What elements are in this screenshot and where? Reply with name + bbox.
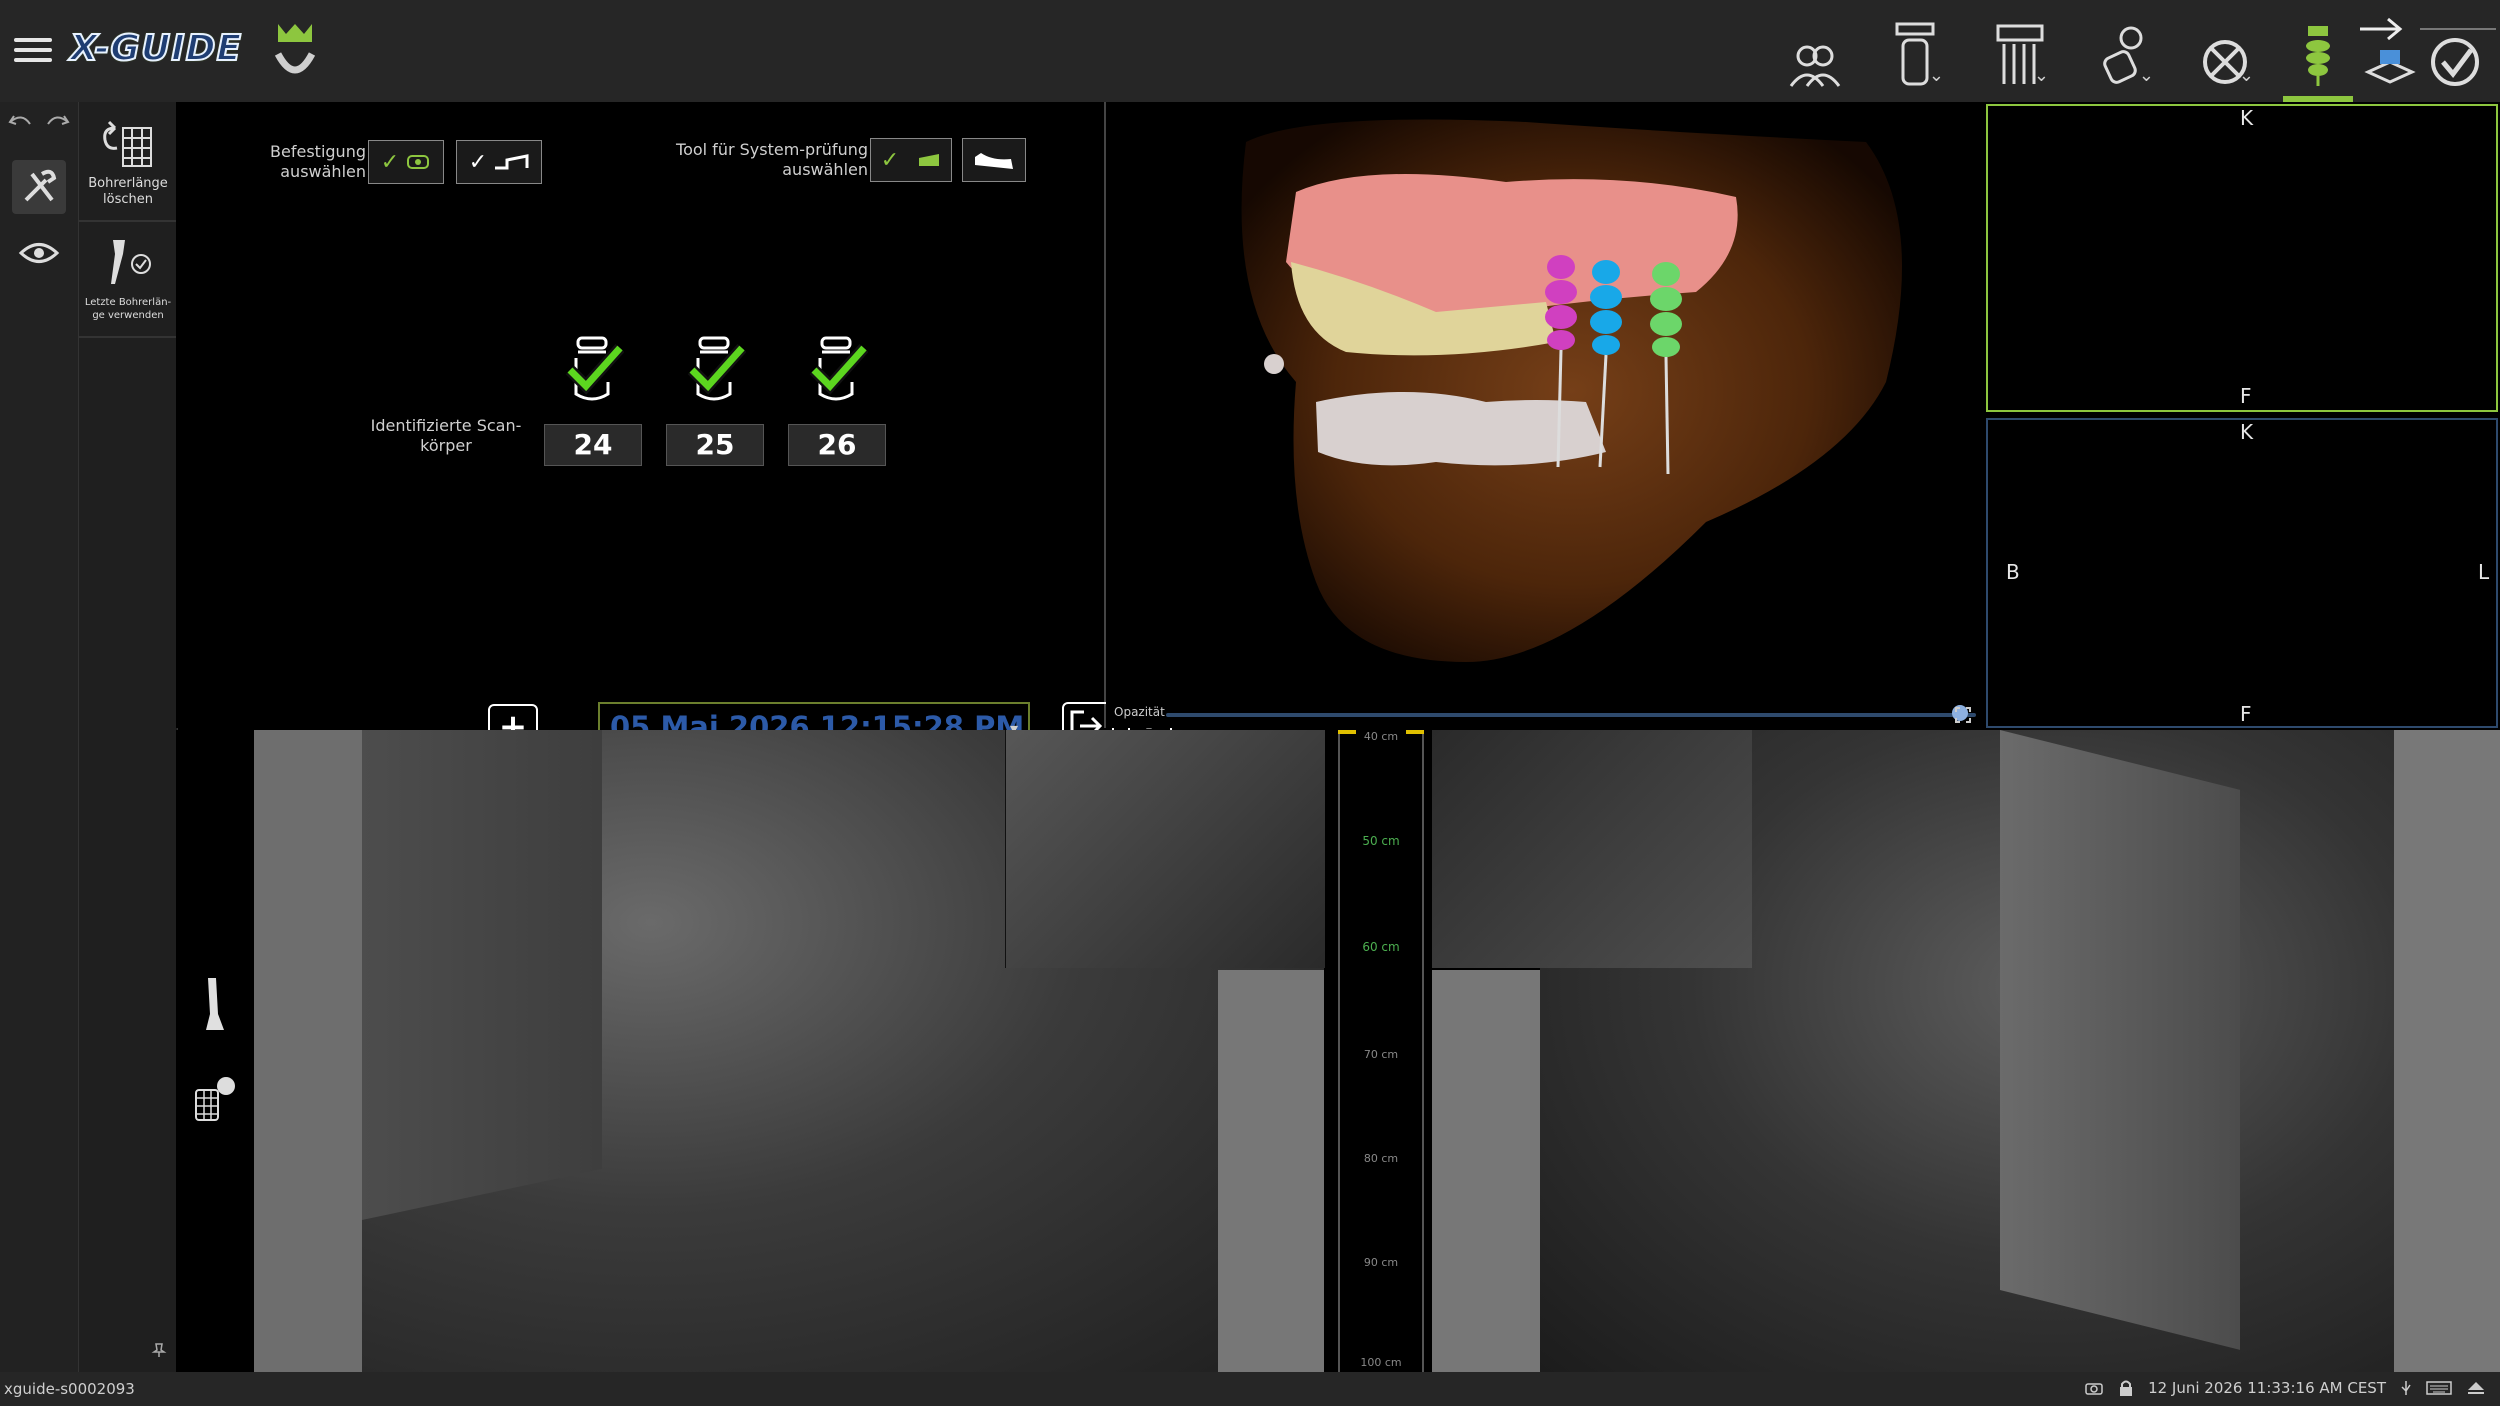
chevron-down-icon[interactable]: ⌄: [2034, 65, 2049, 86]
reset-grid-icon: [103, 120, 152, 167]
ruler-tick: 50 cm: [1362, 834, 1400, 848]
clear-drill-length-label: Bohrerlänge löschen: [88, 176, 168, 207]
orientation-label: K: [2240, 420, 2254, 444]
app-logo: X-GUIDE: [69, 27, 243, 70]
tool-rail: Bohrerlänge löschen Letzte Bohrerlän-ge …: [78, 102, 178, 1372]
status-datetime: 12 Juni 2026 11:33:16 AM CEST: [2148, 1379, 2386, 1397]
slice-view-bottom[interactable]: K B L F: [1986, 418, 2498, 728]
camera-image-door: [362, 730, 602, 1220]
clear-drill-length-button[interactable]: Bohrerlänge löschen: [79, 112, 177, 212]
calibration-cancel-icon[interactable]: ⌄: [2190, 18, 2260, 90]
implant-active-icon[interactable]: [2283, 18, 2353, 90]
scan-body-number[interactable]: 25: [666, 424, 764, 466]
chevron-down-icon[interactable]: ⌄: [1929, 65, 1944, 86]
clamp-icon: [407, 155, 430, 169]
status-right-group: 12 Juni 2026 11:33:16 AM CEST: [2084, 1379, 2486, 1397]
scan-body-icon[interactable]: ⌄: [1880, 18, 1950, 90]
scan-body-number[interactable]: 24: [544, 424, 642, 466]
opacity-label: Opazität: [1114, 705, 1165, 719]
camera-right-border: [2394, 730, 2500, 1372]
host-name: xguide-s0002093: [4, 1380, 135, 1398]
ruler-tick: 60 cm: [1362, 940, 1400, 954]
ruler-tick: 100 cm: [1360, 1356, 1402, 1369]
lock-icon[interactable]: [2118, 1379, 2134, 1397]
eject-icon[interactable]: [2466, 1380, 2486, 1396]
patients-icon[interactable]: [1780, 18, 1850, 90]
redo-icon[interactable]: [42, 110, 72, 134]
system-check-label: Tool für System-prüfung auswählen: [676, 140, 868, 179]
fullscreen-icon[interactable]: [1954, 706, 1972, 724]
checkmark-icon: ✓: [380, 149, 400, 175]
status-bar: xguide-s0002093 12 Juni 2026 11:33:16 AM…: [0, 1372, 2500, 1406]
camera-left-inset: [1005, 730, 1325, 968]
orientation-label: B: [2006, 560, 2020, 584]
camera-tool-strip: [176, 730, 254, 1372]
tracker-marker-icon[interactable]: [190, 1074, 240, 1124]
handpiece-check-icon: [111, 240, 151, 284]
hamburger-menu-icon[interactable]: [14, 34, 54, 66]
active-step-indicator: [2283, 96, 2353, 102]
tray-icon: [495, 154, 529, 170]
checkmark-icon: ✓: [468, 149, 488, 175]
orientation-label: F: [2240, 702, 2252, 726]
undo-icon[interactable]: [6, 110, 36, 134]
left-rail: [0, 102, 78, 1372]
eye-icon[interactable]: [18, 238, 60, 268]
slice-view-top[interactable]: K F: [1986, 104, 2498, 412]
ruler-tick: 90 cm: [1363, 1256, 1399, 1269]
camera-right-inset: [1432, 730, 1752, 968]
ruler-tick: 80 cm: [1363, 1152, 1399, 1165]
scan-body-number[interactable]: 26: [788, 424, 886, 466]
scan-body-25-status-icon: [687, 336, 746, 401]
3d-jaw-render: [1241, 119, 1902, 662]
system-check-option-2[interactable]: [962, 138, 1026, 182]
3d-jaw-view[interactable]: Opazität: [1106, 102, 1984, 728]
system-check-option-1[interactable]: ✓: [870, 138, 952, 182]
tools-mode-button[interactable]: [12, 160, 66, 214]
use-last-drill-length-button[interactable]: Letzte Bohrerlän-ge verwenden: [79, 230, 177, 330]
usb-icon: [2401, 1381, 2411, 1395]
implant-plan-icon[interactable]: ⌄: [1985, 18, 2055, 90]
chevron-down-icon[interactable]: ⌄: [2239, 65, 2254, 86]
chevron-down-icon[interactable]: ⌄: [2139, 65, 2154, 86]
camera-right-border: [1432, 970, 1540, 1372]
camera-left-border: [254, 730, 362, 1372]
drill-tool-icon[interactable]: ⌄: [2090, 18, 2160, 90]
identified-scan-bodies-label: Identifizierte Scan-körper: [370, 416, 522, 455]
scan-body-26-status-icon: [809, 336, 868, 401]
orientation-label: F: [2240, 384, 2252, 408]
scan-body-24-status-icon: [565, 336, 624, 401]
opacity-slider[interactable]: [1166, 713, 1976, 717]
camera-image-door: [2000, 730, 2240, 1350]
scan-body-setup-panel: Befestigung auswählen ✓ ✓ Tool für Syste…: [176, 102, 1172, 790]
use-last-drill-length-label: Letzte Bohrerlän-ge verwenden: [84, 297, 172, 321]
orientation-label: L: [2478, 560, 2490, 584]
check-tool-icon: [907, 154, 940, 166]
camera-icon[interactable]: [2084, 1380, 2104, 1396]
handpiece-icon[interactable]: [198, 974, 228, 1034]
check-tool-alt-icon: [975, 153, 1013, 169]
fixation-option-tray[interactable]: ✓: [456, 140, 542, 184]
pin-icon[interactable]: [151, 1342, 167, 1358]
keyboard-icon[interactable]: [2426, 1380, 2452, 1396]
checkmark-approve-icon[interactable]: [2420, 18, 2490, 90]
fixation-option-clamp[interactable]: ✓: [368, 140, 444, 184]
ruler-tick: 70 cm: [1363, 1048, 1399, 1061]
logo-mark-icon: [274, 24, 316, 74]
camera-left-border: [1218, 970, 1324, 1372]
wrench-icon: [24, 169, 57, 202]
checkmark-icon: ✓: [880, 147, 900, 173]
fixation-label: Befestigung auswählen: [270, 142, 366, 181]
orientation-label: K: [2240, 106, 2254, 130]
ruler-tick: 40 cm: [1363, 730, 1399, 743]
distance-ruler: 40 cm 50 cm 60 cm 70 cm 80 cm 90 cm 100 …: [1338, 730, 1424, 1372]
top-toolbar: X-GUIDE ⌄ ⌄ ⌄ ⌄: [0, 0, 2500, 102]
